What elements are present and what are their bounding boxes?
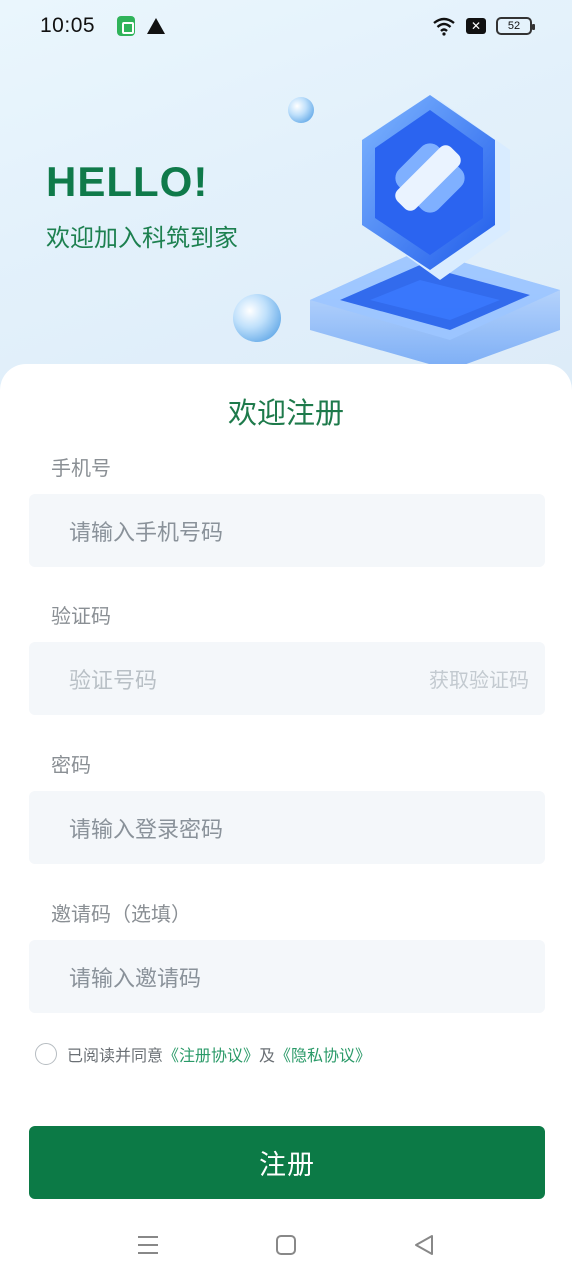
form-title: 欢迎注册 — [227, 396, 344, 430]
phone-label: 手机号 — [51, 456, 111, 480]
welcome-subtitle: 欢迎加入科筑到家 — [46, 224, 238, 252]
system-nav-bar — [0, 1210, 572, 1280]
code-placeholder: 验证号码 — [69, 668, 158, 694]
close-box-icon: ✕ — [466, 18, 486, 34]
status-time: 10:05 — [40, 14, 96, 37]
terms-link[interactable]: 《注册协议》 — [163, 1042, 259, 1066]
agree-and: 及 — [259, 1046, 276, 1065]
back-icon[interactable] — [410, 1231, 438, 1259]
hero-banner: 10:05 ✕ 52 HELLO! 欢迎加入科筑到家 — [0, 0, 572, 420]
privacy-link[interactable]: 《隐私协议》 — [275, 1042, 371, 1066]
home-icon[interactable] — [272, 1231, 300, 1259]
get-code-button[interactable]: 获取验证码 — [429, 664, 529, 693]
phone-placeholder: 请输入手机号码 — [69, 520, 224, 546]
phone-input[interactable]: 请输入手机号码 — [29, 494, 545, 567]
hello-greeting: HELLO! — [46, 158, 209, 205]
agree-prefix: 已阅读并同意 — [67, 1046, 164, 1065]
password-label: 密码 — [51, 753, 91, 777]
toolbox-illustration — [233, 95, 560, 370]
password-placeholder: 请输入登录密码 — [69, 817, 224, 843]
invite-input[interactable]: 请输入邀请码 — [29, 940, 545, 1013]
wifi-icon — [433, 17, 455, 36]
code-input[interactable]: 验证号码 获取验证码 — [29, 642, 545, 715]
battery-icon: 52 — [496, 17, 535, 35]
warning-icon — [147, 18, 166, 34]
app-notification-icon — [117, 16, 136, 36]
agreement-row: 已阅读并同意 《注册协议》 及 《隐私协议》 — [35, 1042, 371, 1066]
password-input[interactable]: 请输入登录密码 — [29, 791, 545, 864]
invite-placeholder: 请输入邀请码 — [69, 966, 202, 992]
menu-icon[interactable] — [134, 1231, 162, 1259]
status-bar: 10:05 ✕ 52 — [0, 0, 572, 52]
register-button[interactable]: 注册 — [29, 1126, 545, 1199]
invite-label: 邀请码（选填） — [51, 902, 191, 926]
agree-radio[interactable] — [35, 1043, 57, 1065]
code-label: 验证码 — [51, 604, 111, 628]
